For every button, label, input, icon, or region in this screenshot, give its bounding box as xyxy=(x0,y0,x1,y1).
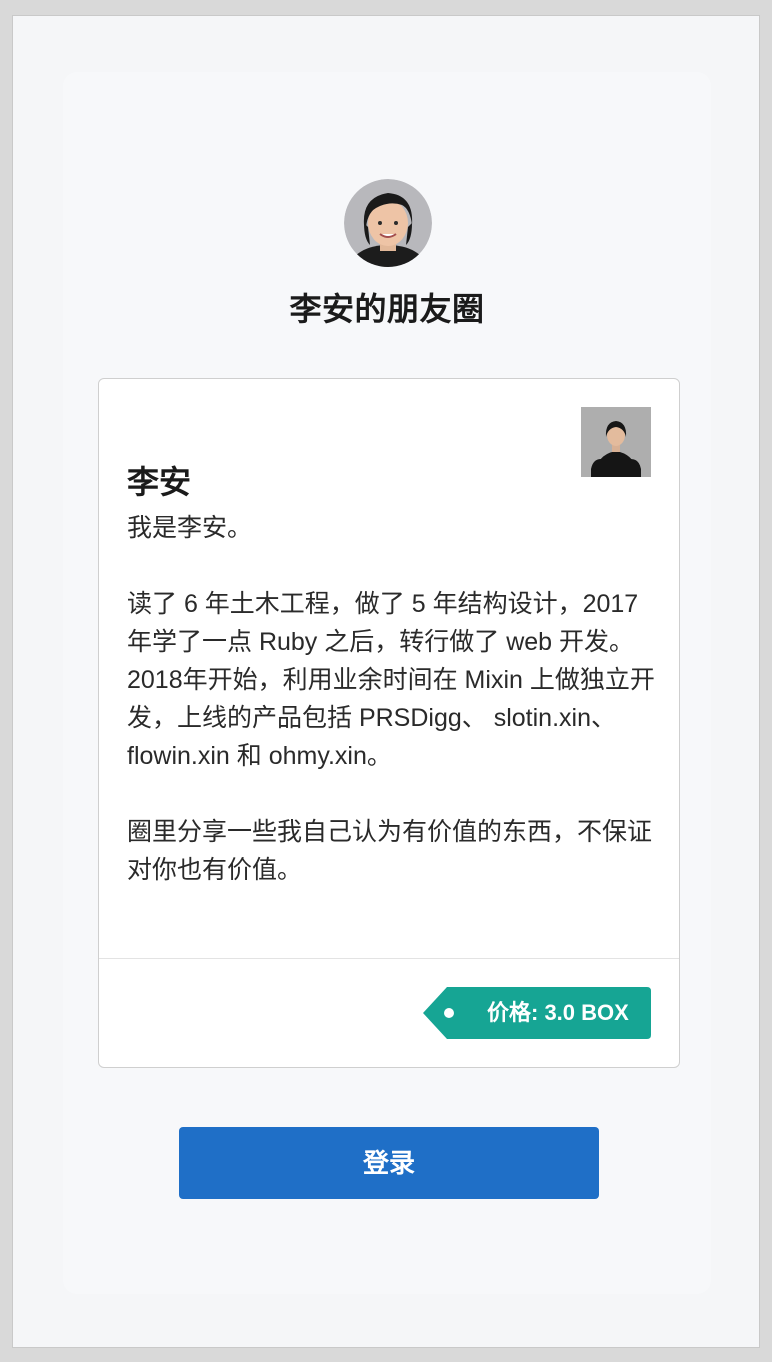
card-divider xyxy=(99,958,679,959)
description-paragraph: 我是李安。 xyxy=(127,514,253,542)
header-avatar xyxy=(344,179,432,267)
card-description: 我是李安。 读了 6 年土木工程，做了 5 年结构设计，2017 年学了一点 R… xyxy=(127,509,655,889)
login-button[interactable]: 登录 xyxy=(179,1127,599,1199)
description-paragraph: 读了 6 年土木工程，做了 5 年结构设计，2017 年学了一点 Ruby 之后… xyxy=(127,590,655,770)
tag-dot-icon xyxy=(444,1008,454,1018)
avatar-portrait-icon xyxy=(344,179,432,267)
profile-card: 李安 我是李安。 读了 6 年土木工程，做了 5 年结构设计，2017 年学了一… xyxy=(98,378,680,1068)
description-paragraph: 圈里分享一些我自己认为有价值的东西，不保证对你也有价值。 xyxy=(127,818,653,884)
card-name: 李安 xyxy=(127,464,192,500)
app-frame: 李安的朋友圈 李安 我是李安。 读了 6 年土木工程，做了 5 年结构设计，20… xyxy=(12,15,760,1348)
card-thumbnail xyxy=(581,407,651,477)
price-label: 价格: 3.0 BOX xyxy=(487,1000,629,1025)
price-tag: 价格: 3.0 BOX xyxy=(423,987,651,1039)
profile-photo-icon xyxy=(581,407,651,477)
page-title: 李安的朋友圈 xyxy=(289,291,485,327)
